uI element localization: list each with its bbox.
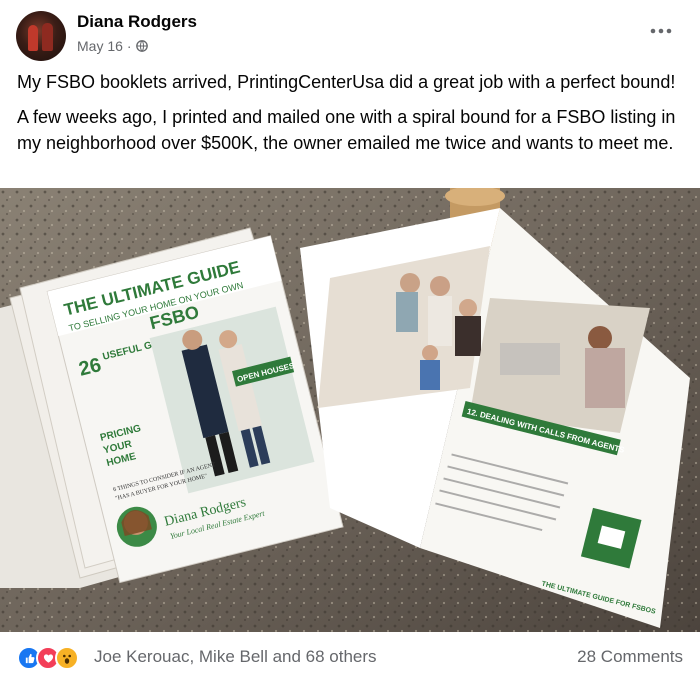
more-options-button[interactable] [648,18,674,44]
reaction-icons[interactable] [17,646,79,670]
avatar[interactable] [16,11,66,61]
post-meta: May 16 · [77,38,148,54]
comments-count[interactable]: 28 Comments [577,647,683,667]
post-header: Diana Rodgers May 16 · [0,0,700,66]
reactors-text[interactable]: Joe Kerouac, Mike Bell and 68 others [94,647,377,667]
post-date[interactable]: May 16 [77,38,123,54]
avatar-figure [42,23,53,51]
post-photo[interactable]: THE ULTIMATE GUIDE TO SELLING YOUR HOME … [0,188,700,632]
post-paragraph: A few weeks ago, I printed and mailed on… [17,107,676,153]
meta-separator: · [126,38,132,54]
globe-icon[interactable] [135,40,148,52]
more-options-icon [650,28,672,34]
author-name[interactable]: Diana Rodgers [77,12,197,32]
post-paragraph: My FSBO booklets arrived, PrintingCenter… [17,72,676,92]
wow-icon [55,646,79,670]
post-text: My FSBO booklets arrived, PrintingCenter… [17,69,689,165]
avatar-figure [28,25,38,51]
post-footer: Joe Kerouac, Mike Bell and 68 others 28 … [0,632,700,682]
booklet-photo: THE ULTIMATE GUIDE TO SELLING YOUR HOME … [0,188,700,632]
